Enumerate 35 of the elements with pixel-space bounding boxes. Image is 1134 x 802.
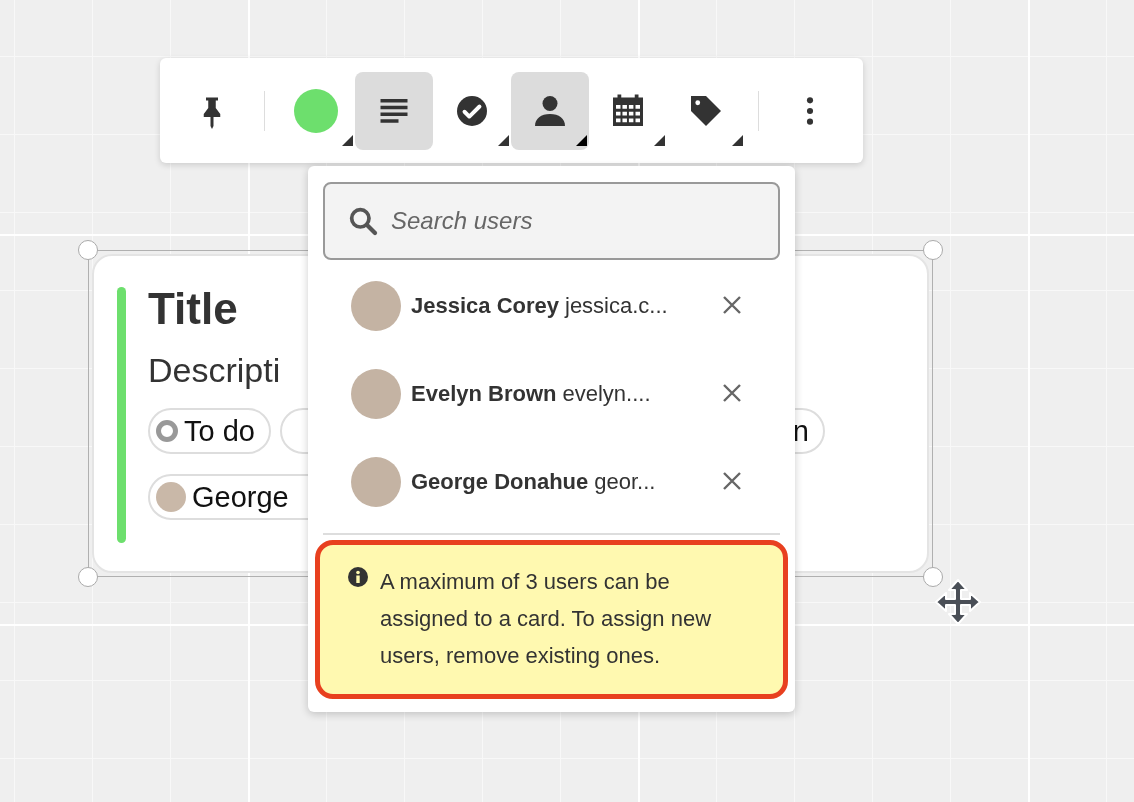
notice-text: A maximum of 3 users can be assigned to a card. To assign new users, remove existing ones. bbox=[380, 568, 713, 670]
user-name: George Donahue bbox=[411, 469, 589, 495]
avatar-placeholder bbox=[351, 281, 401, 331]
user-email: jessica.c... bbox=[565, 293, 668, 319]
users-button[interactable] bbox=[511, 71, 589, 150]
search-icon bbox=[347, 205, 379, 237]
status-ring-icon bbox=[156, 420, 178, 442]
dropdown-corner-icon bbox=[576, 134, 587, 146]
resize-handle[interactable] bbox=[923, 567, 943, 587]
resize-handle[interactable] bbox=[923, 240, 943, 260]
dropdown-corner-icon bbox=[342, 134, 353, 146]
more-icon bbox=[804, 94, 816, 127]
close-icon bbox=[722, 382, 742, 403]
card-description: Descripti bbox=[148, 350, 281, 391]
user-email: geor... bbox=[594, 469, 656, 495]
dropdown-corner-icon bbox=[498, 134, 509, 146]
move-icon[interactable] bbox=[934, 578, 982, 626]
info-icon bbox=[348, 567, 368, 587]
dropdown-corner-icon bbox=[732, 134, 743, 146]
dropdown-corner-icon bbox=[654, 134, 665, 146]
avatar-placeholder bbox=[351, 457, 401, 507]
card-title: Title bbox=[148, 283, 238, 335]
avatar-placeholder bbox=[351, 369, 401, 419]
user-name: Jessica Corey bbox=[411, 293, 559, 319]
search-field[interactable]: Search users bbox=[323, 182, 780, 260]
close-icon bbox=[722, 294, 742, 315]
avatar-placeholder bbox=[156, 482, 186, 512]
resize-handle[interactable] bbox=[78, 567, 98, 587]
text-button[interactable] bbox=[355, 71, 433, 150]
status-chip[interactable]: To do bbox=[148, 408, 271, 454]
calendar-icon bbox=[610, 92, 646, 129]
user-email: evelyn.... bbox=[562, 381, 651, 407]
resize-handle[interactable] bbox=[78, 240, 98, 260]
close-icon bbox=[722, 470, 742, 491]
user-name: Evelyn Brown bbox=[411, 381, 557, 407]
